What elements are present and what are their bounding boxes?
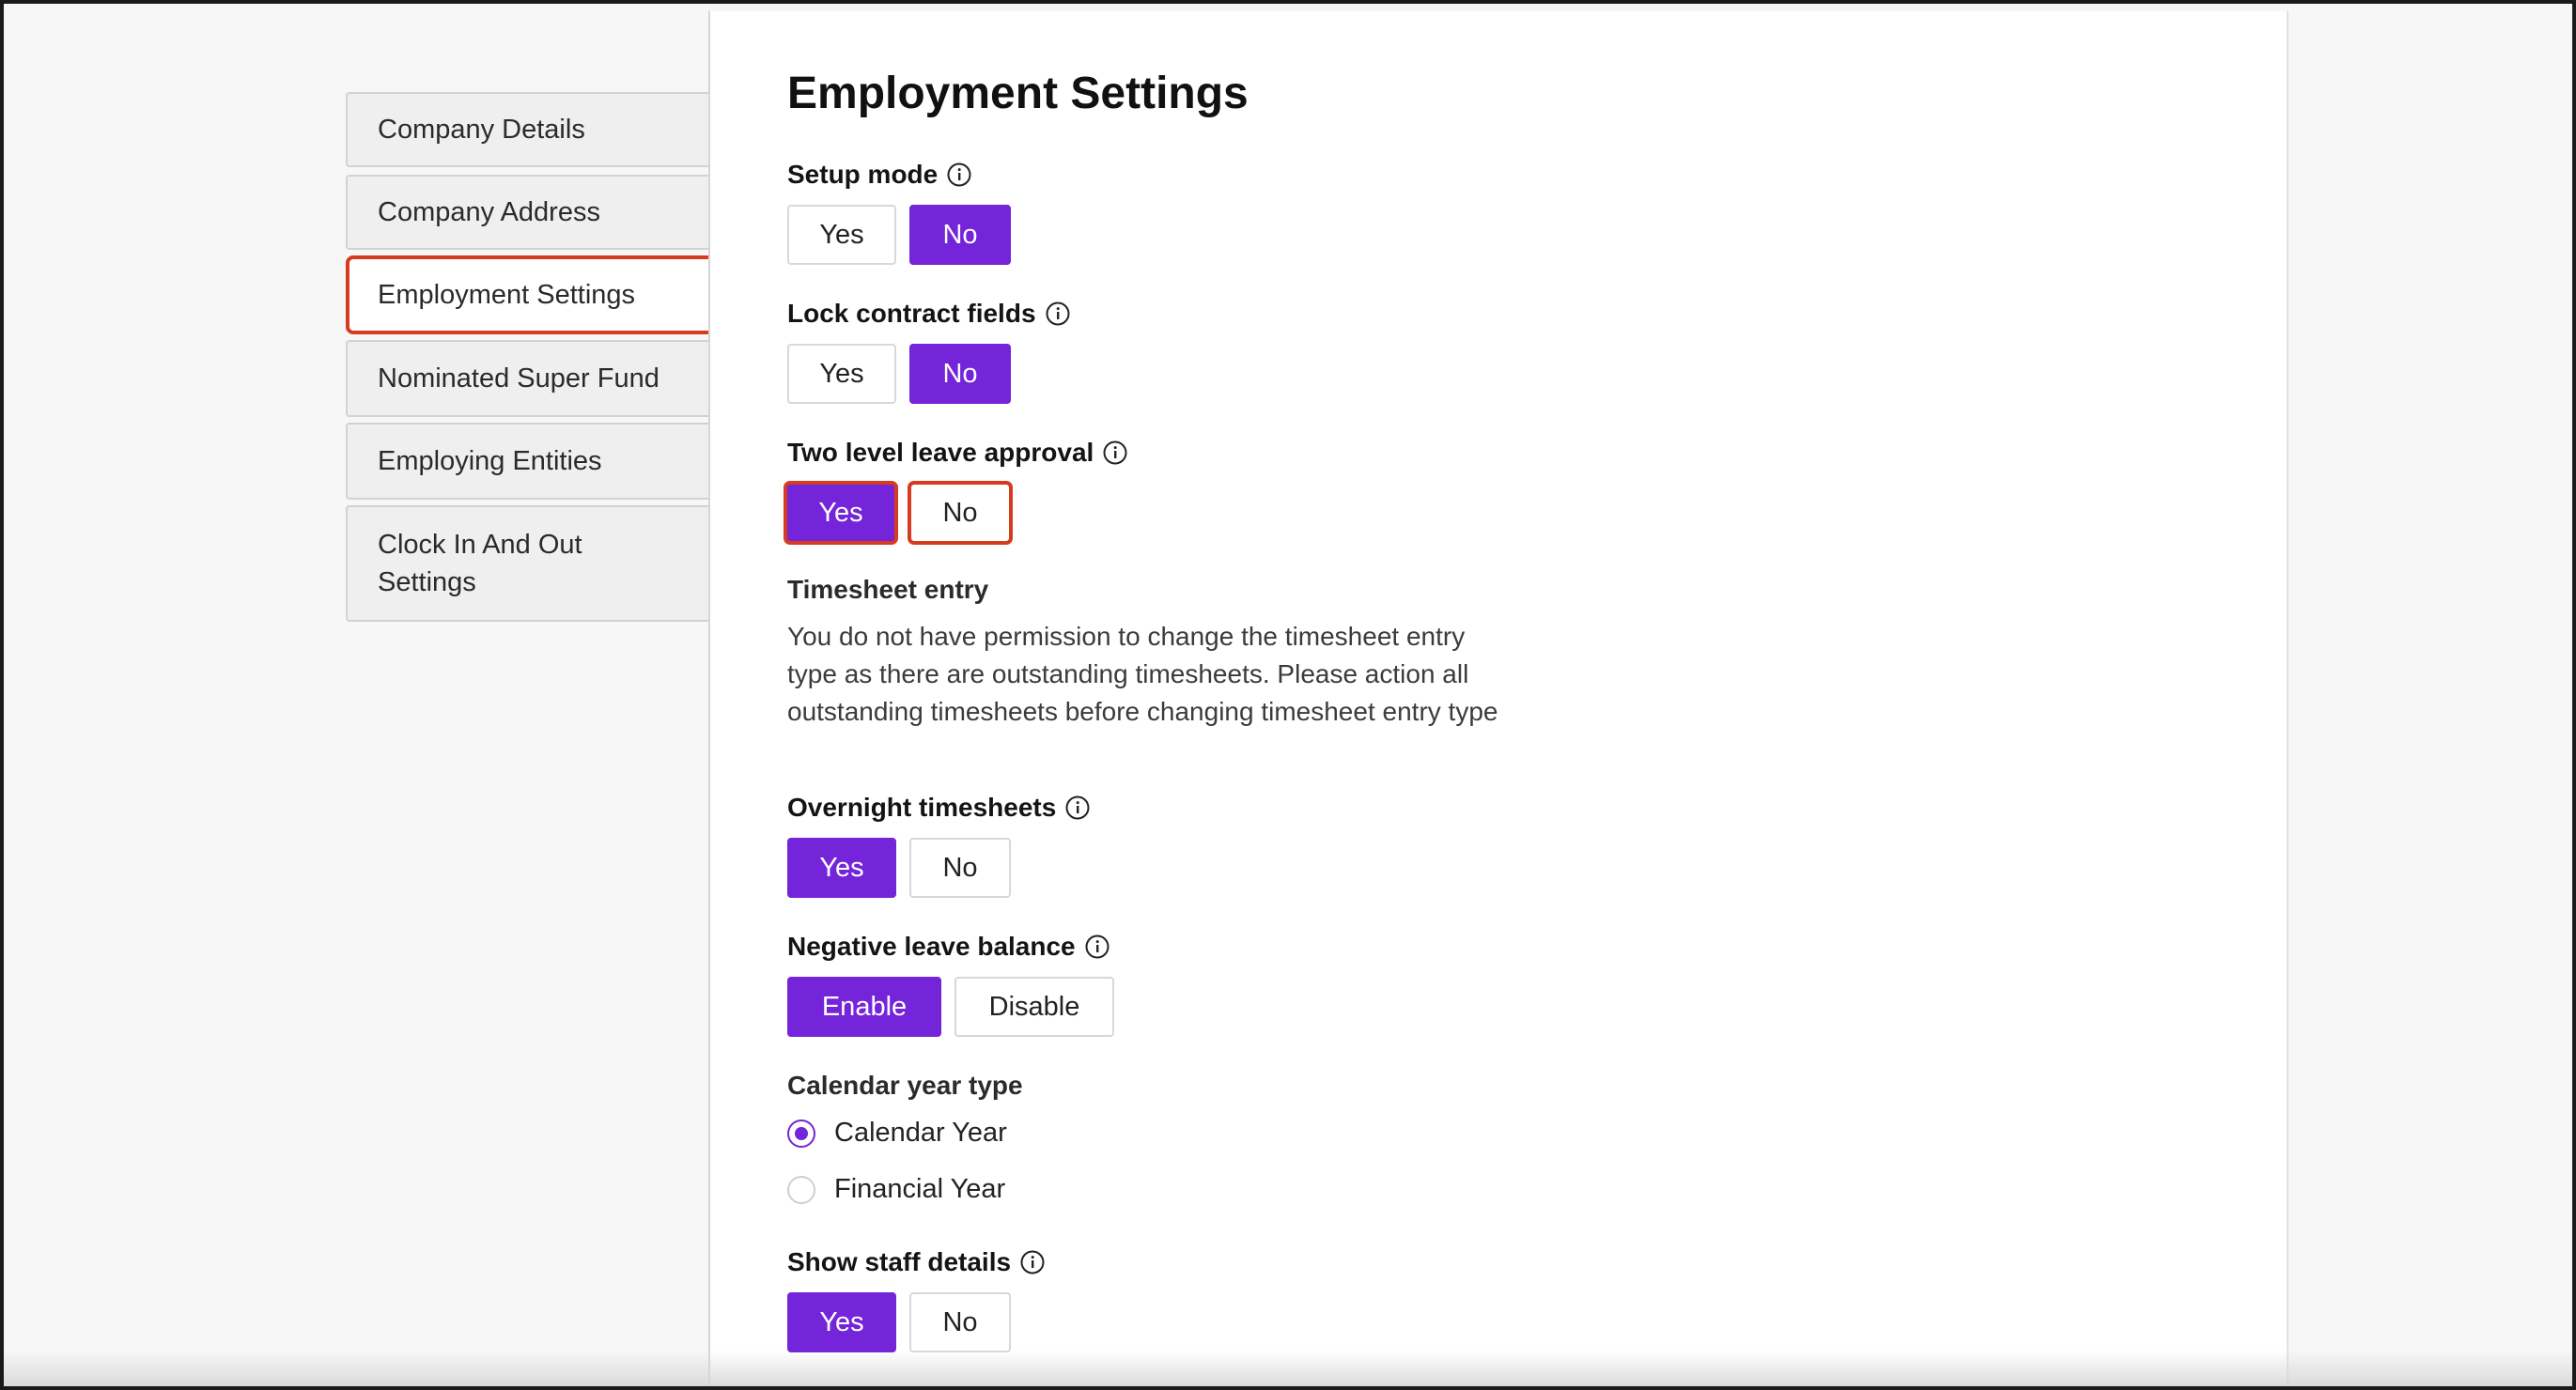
show-staff-details-label: Show staff details	[787, 1247, 1045, 1277]
overnight-timesheets-label: Overnight timesheets	[787, 793, 1090, 823]
timesheet-entry-label-text: Timesheet entry	[787, 575, 989, 604]
negative-leave-enable-button[interactable]: Enable	[787, 977, 941, 1037]
radio-financial-year[interactable]: Financial Year	[787, 1174, 1005, 1205]
info-circle-icon[interactable]	[1085, 934, 1110, 959]
sidebar-item-label: Employing Entities	[378, 446, 602, 476]
info-circle-icon[interactable]	[1046, 301, 1070, 326]
sidebar-item-label: Company Details	[378, 115, 585, 145]
lock-contract-yes-button[interactable]: Yes	[787, 344, 896, 404]
info-circle-icon[interactable]	[1103, 440, 1127, 465]
bottom-scroll-fade	[4, 1351, 2572, 1386]
negative-leave-label: Negative leave balance	[787, 932, 1110, 962]
show-staff-no-button[interactable]: No	[909, 1292, 1011, 1352]
calendar-year-type-label-text: Calendar year type	[787, 1071, 1023, 1100]
sidebar-item-label: Nominated Super Fund	[378, 363, 660, 394]
info-circle-icon[interactable]	[1020, 1250, 1045, 1274]
sidebar-item-nominated-super-fund[interactable]: Nominated Super Fund	[346, 340, 710, 417]
overnight-no-button[interactable]: No	[909, 838, 1011, 898]
radio-button-checked[interactable]	[787, 1119, 815, 1148]
timesheet-entry-label: Timesheet entry	[787, 575, 988, 605]
info-circle-icon[interactable]	[1065, 795, 1090, 820]
calendar-year-type-label: Calendar year type	[787, 1071, 1023, 1101]
sidebar-item-label: Clock In And Out Settings	[378, 530, 582, 597]
sidebar-item-employment-settings[interactable]: Employment Settings	[346, 255, 718, 334]
page-title: Employment Settings	[787, 69, 1249, 118]
sidebar-item-company-address[interactable]: Company Address	[346, 175, 710, 250]
setup-mode-label: Setup mode	[787, 160, 971, 190]
radio-label: Calendar Year	[834, 1118, 1007, 1148]
two-level-leave-label-text: Two level leave approval	[787, 438, 1094, 467]
info-circle-icon[interactable]	[947, 162, 971, 187]
two-level-leave-yes-button[interactable]: Yes	[784, 481, 898, 545]
sidebar-item-clock-in-out[interactable]: Clock In And Out Settings	[346, 505, 710, 622]
sidebar-item-company-details[interactable]: Company Details	[346, 92, 710, 167]
radio-button[interactable]	[787, 1175, 815, 1204]
app-window: Company Details Company Address Employme…	[0, 0, 2576, 1390]
lock-contract-label-text: Lock contract fields	[787, 299, 1036, 328]
radio-label: Financial Year	[834, 1174, 1006, 1204]
setup-mode-yes-button[interactable]: Yes	[787, 205, 896, 265]
two-level-leave-label: Two level leave approval	[787, 438, 1127, 468]
show-staff-details-label-text: Show staff details	[787, 1247, 1012, 1276]
show-staff-yes-button[interactable]: Yes	[787, 1292, 896, 1352]
sidebar-item-label: Employment Settings	[378, 280, 636, 310]
lock-contract-label: Lock contract fields	[787, 299, 1070, 329]
overnight-yes-button[interactable]: Yes	[787, 838, 896, 898]
setup-mode-no-button[interactable]: No	[909, 205, 1011, 265]
sidebar-item-employing-entities[interactable]: Employing Entities	[346, 423, 710, 500]
radio-calendar-year[interactable]: Calendar Year	[787, 1118, 1007, 1149]
overnight-timesheets-label-text: Overnight timesheets	[787, 793, 1057, 822]
setup-mode-label-text: Setup mode	[787, 160, 939, 189]
sidebar-item-label: Company Address	[378, 197, 600, 227]
two-level-leave-no-button[interactable]: No	[908, 481, 1013, 545]
timesheet-entry-description: You do not have permission to change the…	[787, 622, 1498, 726]
negative-leave-label-text: Negative leave balance	[787, 932, 1076, 961]
negative-leave-disable-button[interactable]: Disable	[954, 977, 1114, 1037]
lock-contract-no-button[interactable]: No	[909, 344, 1011, 404]
